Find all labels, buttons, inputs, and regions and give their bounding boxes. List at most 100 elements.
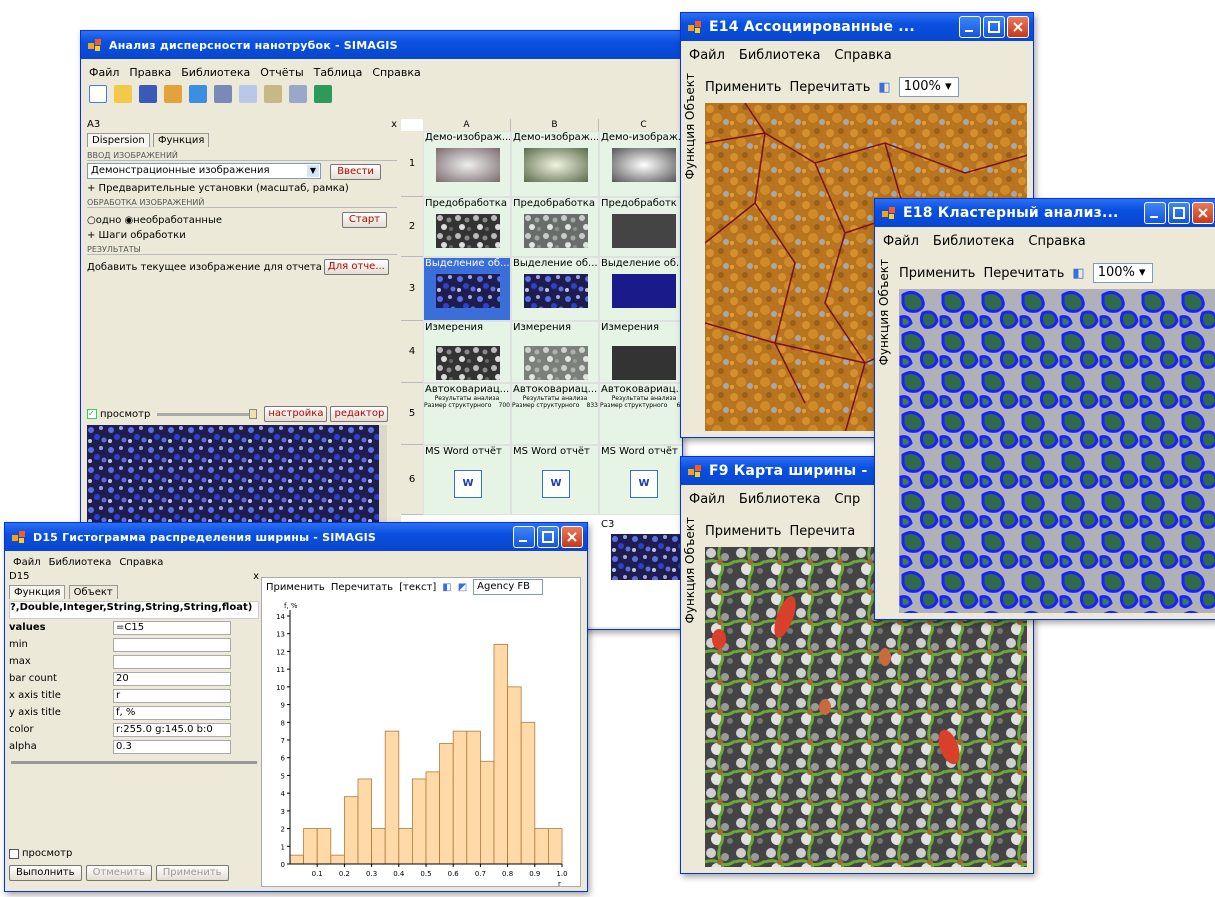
close-button[interactable] — [561, 526, 583, 548]
minimize-button[interactable] — [959, 16, 981, 38]
export-icon[interactable]: ◩ — [458, 582, 467, 593]
row-header-5[interactable]: 5 — [401, 383, 423, 445]
text-toggle-button[interactable]: [текст] — [399, 582, 436, 593]
open-icon[interactable] — [114, 85, 132, 103]
image-tool-icon[interactable]: ◧ — [878, 80, 890, 95]
menu-file[interactable]: Файл — [689, 492, 725, 507]
menu-library[interactable]: Библиотека — [49, 557, 112, 568]
cell-a4[interactable]: Измерения — [423, 321, 511, 383]
menu-library[interactable]: Библиотека — [739, 48, 821, 63]
row-header-4[interactable]: 4 — [401, 321, 423, 383]
alpha-slider[interactable] — [11, 761, 257, 764]
menu-table[interactable]: Таблица — [314, 66, 363, 79]
preview-checkbox[interactable] — [9, 848, 19, 859]
radio-unprocessed[interactable]: ◉ — [124, 215, 133, 226]
row-header-6[interactable]: 6 — [401, 445, 423, 515]
run-button[interactable]: Выполнить — [9, 865, 82, 881]
refresh-icon[interactable] — [214, 85, 232, 103]
reread-button[interactable]: Перечита — [789, 524, 855, 539]
cell-c4[interactable]: Измерения — [599, 321, 682, 383]
paste-cells-icon[interactable] — [189, 85, 207, 103]
side-tabs[interactable]: Функция Объект — [683, 517, 701, 623]
param-value-x-axis-title[interactable]: r — [113, 688, 231, 703]
maximize-button[interactable] — [983, 16, 1005, 38]
side-tabs[interactable]: Функция Объект — [683, 73, 701, 179]
cell-b5[interactable]: Автоковариац... Результаты анализа Размер … — [511, 383, 599, 445]
param-value-bar-count[interactable]: 20 — [113, 671, 231, 686]
menu-file[interactable]: Файл — [689, 48, 725, 63]
cell-b6[interactable]: MS Word отчёт W — [511, 445, 599, 515]
row-header-3[interactable]: 3 — [401, 257, 423, 321]
close-button[interactable] — [1007, 16, 1029, 38]
col-header-c[interactable]: C — [599, 119, 682, 131]
zoom-select[interactable]: 100% ▾ — [898, 77, 959, 97]
presets-expander[interactable]: + Предварительные установки (масштаб, ра… — [87, 183, 397, 196]
steps-expander[interactable]: + Шаги обработки — [87, 230, 397, 243]
param-value-min[interactable] — [113, 637, 231, 652]
cell-c1[interactable]: Демо-изображ... — [599, 131, 682, 197]
param-value-max[interactable] — [113, 654, 231, 669]
cell-b4[interactable]: Измерения — [511, 321, 599, 383]
menu-file[interactable]: Файл — [89, 66, 119, 79]
radio-one[interactable]: ○ — [87, 215, 96, 226]
image-source-select[interactable]: Демонстрационные изображения ▼ — [87, 163, 321, 179]
row-header-1[interactable]: 1 — [401, 131, 423, 197]
main-titlebar[interactable]: Анализ дисперсности нанотрубок - SIMAGIS — [81, 31, 682, 59]
image-tool-icon[interactable]: ◧ — [442, 582, 451, 593]
close-button[interactable] — [1192, 202, 1214, 224]
apply-button[interactable]: Применить — [705, 80, 781, 95]
cell-a3[interactable]: Выделение об... — [423, 257, 511, 321]
menu-help[interactable]: Спр — [834, 492, 860, 507]
maximize-button[interactable] — [537, 526, 559, 548]
cell-b1[interactable]: Демо-изображ... — [511, 131, 599, 197]
preview-checkbox[interactable]: ✓ — [87, 409, 97, 419]
param-value-alpha[interactable]: 0.3 — [113, 739, 231, 754]
reread-button[interactable]: Перечитать — [789, 80, 870, 95]
tab-dispersion[interactable]: Dispersion — [87, 133, 150, 147]
col-header-a[interactable]: A — [423, 119, 511, 131]
cell-b2[interactable]: Предобработка — [511, 197, 599, 257]
col-header-b[interactable]: B — [511, 119, 599, 131]
cell-a1[interactable]: Демо-изображ... — [423, 131, 511, 197]
tab-function[interactable]: Функция — [152, 133, 210, 147]
minimize-button[interactable] — [1144, 202, 1166, 224]
settings-button[interactable]: настройка — [264, 406, 328, 422]
panel-close-icon[interactable]: x — [391, 119, 397, 133]
enter-button[interactable]: Ввести — [330, 164, 381, 180]
zoom-select[interactable]: 100% ▾ — [1092, 263, 1153, 283]
menu-reports[interactable]: Отчёты — [260, 66, 303, 79]
menu-library[interactable]: Библиотека — [933, 234, 1015, 249]
cell-c5[interactable]: Автоковариац... Результаты анализа Размер … — [599, 383, 682, 445]
cancel-button[interactable]: Отменить — [85, 865, 152, 881]
hist-titlebar[interactable]: D15 Гистограмма распределения ширины - S… — [5, 523, 587, 551]
tab-function[interactable]: Функция — [9, 585, 66, 599]
param-value-values[interactable]: =C15 — [113, 620, 231, 635]
editor-button[interactable]: редактор — [330, 406, 389, 422]
panel-close-icon[interactable]: x — [253, 571, 259, 585]
maximize-button[interactable] — [1168, 202, 1190, 224]
menu-library[interactable]: Библиотека — [181, 66, 250, 79]
menu-help[interactable]: Справка — [834, 48, 891, 63]
save-icon[interactable] — [139, 85, 157, 103]
reread-button[interactable]: Перечитать — [331, 582, 393, 593]
cell-c6[interactable]: MS Word отчёт W — [599, 445, 682, 515]
cell-c3[interactable]: Выделение об... — [599, 257, 682, 321]
new-table-icon[interactable] — [89, 85, 107, 103]
menu-library[interactable]: Библиотека — [739, 492, 821, 507]
tab-object[interactable]: Объект — [68, 585, 118, 599]
menu-file[interactable]: Файл — [883, 234, 919, 249]
apply-button[interactable]: Применить — [705, 524, 781, 539]
cell-a2[interactable]: Предобработка — [423, 197, 511, 257]
cell-a6[interactable]: MS Word отчёт W — [423, 445, 511, 515]
row-header-2[interactable]: 2 — [401, 197, 423, 257]
menu-help[interactable]: Справка — [1028, 234, 1085, 249]
apply-button[interactable]: Применить — [155, 865, 229, 881]
paste-icon[interactable] — [264, 85, 282, 103]
image-tool-icon[interactable]: ◧ — [1072, 266, 1084, 281]
menu-help[interactable]: Справка — [119, 557, 163, 568]
cell-c2[interactable]: Предобработк — [599, 197, 682, 257]
copy-cells-icon[interactable] — [164, 85, 182, 103]
calc-icon[interactable] — [314, 85, 332, 103]
param-value-color[interactable]: r:255.0 g:145.0 b:0 — [113, 722, 231, 737]
zoom-slider[interactable] — [157, 408, 258, 419]
